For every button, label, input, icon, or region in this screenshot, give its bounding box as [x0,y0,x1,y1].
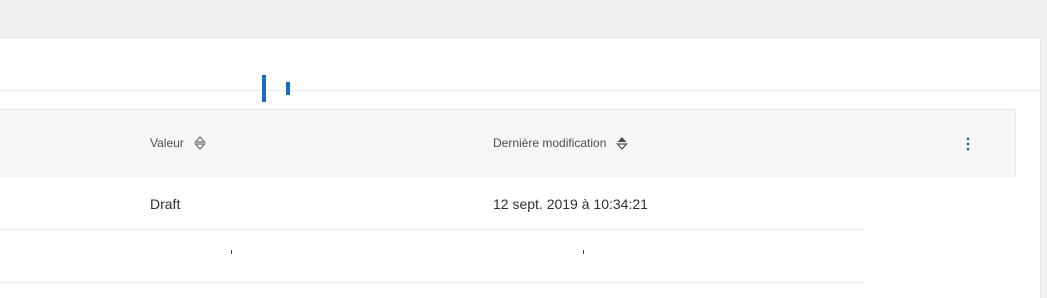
sort-active-icon[interactable] [616,136,629,150]
table-row[interactable] [0,230,862,283]
cell-valeur: Draft [150,196,181,212]
table-header: Valeur Dernière modification [0,109,1016,177]
table-row[interactable]: Draft 12 sept. 2019 à 10:34:21 [0,177,862,230]
column-header-derniere-modification-label: Dernière modification [493,136,607,150]
loading-indicator-bar [262,75,266,102]
card-header [0,38,1040,91]
cell-derniere-modification: 12 sept. 2019 à 10:34:21 [493,196,648,212]
column-header-derniere-modification[interactable]: Dernière modification [493,136,629,150]
column-header-valeur[interactable]: Valeur [150,136,206,150]
more-vertical-icon[interactable] [960,136,976,152]
table-right-pane [862,177,1015,260]
cut-off-text-fragment [231,250,232,254]
loading-indicator-bar-small [286,82,290,95]
sort-unsorted-icon[interactable] [193,136,206,150]
cut-off-text-fragment [583,250,584,254]
column-header-valeur-label: Valeur [150,136,184,150]
